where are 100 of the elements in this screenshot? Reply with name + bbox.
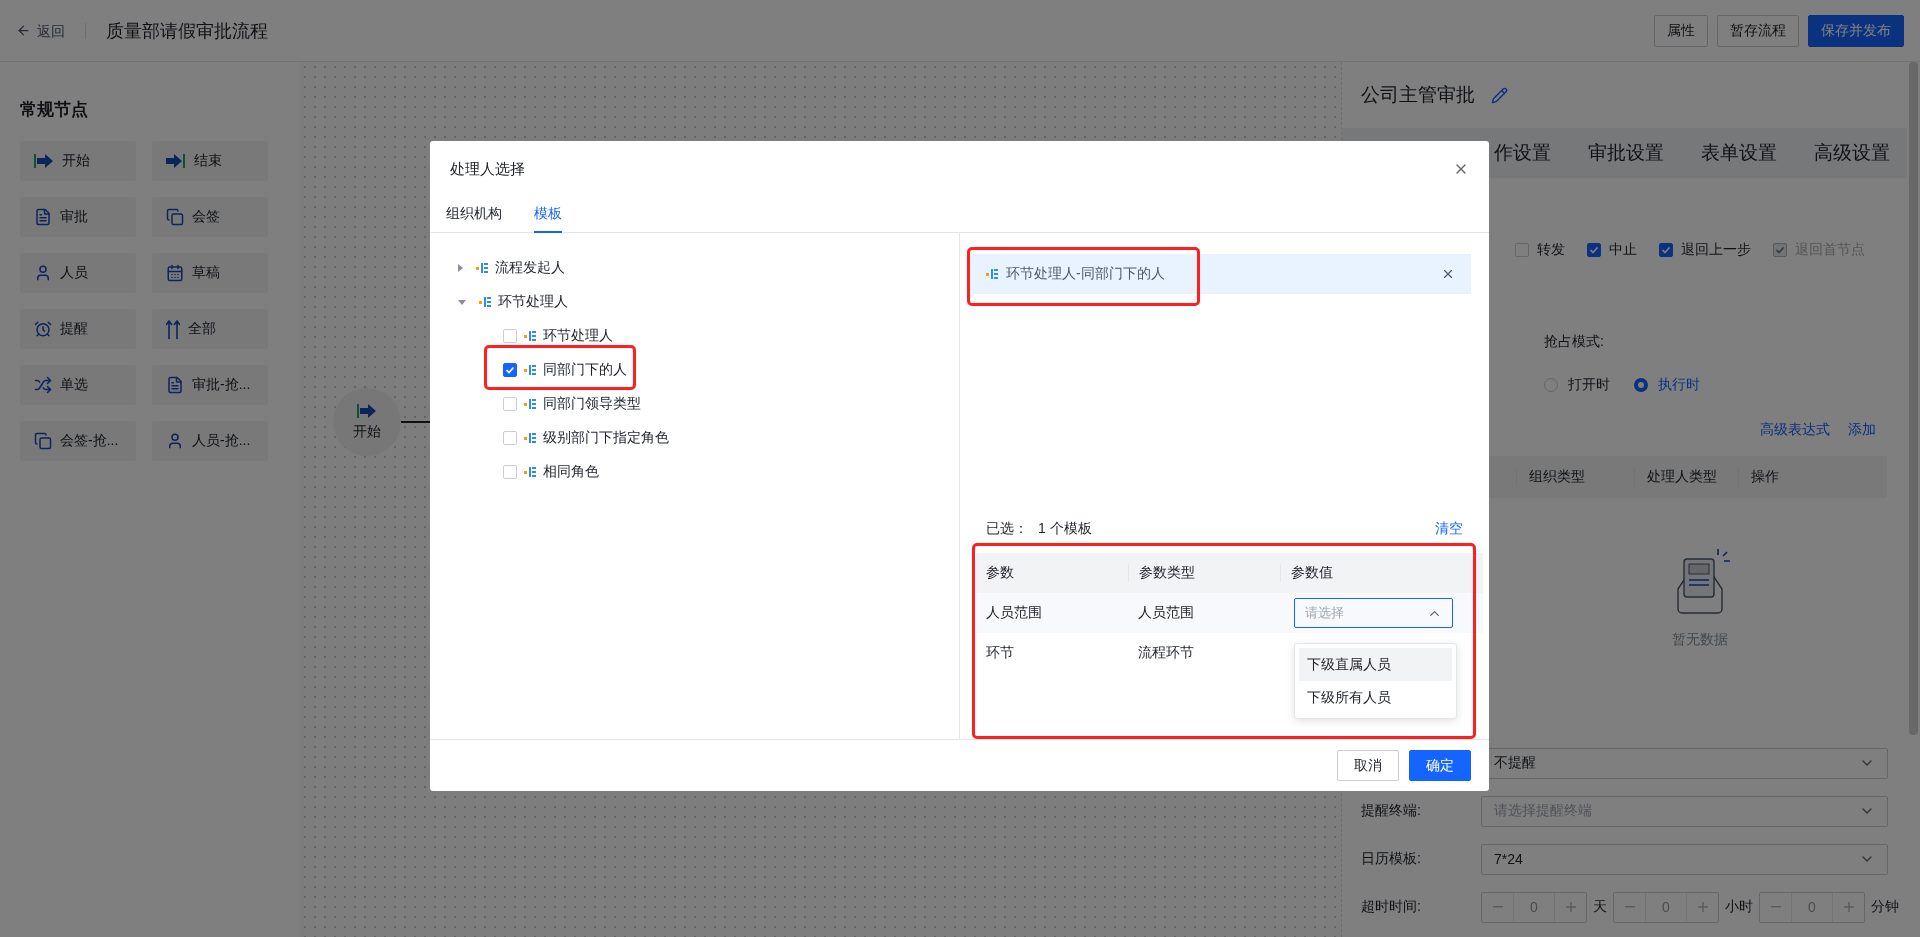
- tab[interactable]: 模板: [534, 197, 562, 233]
- tree-item[interactable]: 流程发起人: [495, 259, 565, 277]
- option-label: 转发: [1537, 241, 1565, 259]
- org-chart-icon: [479, 296, 491, 308]
- minus-icon[interactable]: [1624, 906, 1635, 908]
- shuffle-icon: [34, 376, 52, 394]
- minus-icon[interactable]: [1492, 906, 1503, 908]
- checkmark-icon: [1661, 245, 1671, 255]
- tab[interactable]: 表单设置: [1701, 140, 1777, 166]
- flow-node[interactable]: 开始: [333, 388, 401, 456]
- checkbox[interactable]: [1659, 243, 1673, 257]
- toolbar-button[interactable]: 属性: [1654, 14, 1708, 47]
- field-label: 提醒终端:: [1361, 802, 1421, 818]
- column-header: 参数值: [1280, 564, 1483, 582]
- node-button[interactable]: 人员-抢...: [152, 421, 268, 461]
- minus-icon[interactable]: [1770, 906, 1781, 908]
- toolbar-button[interactable]: 暂存流程: [1717, 14, 1799, 47]
- node-button[interactable]: 草稿: [152, 253, 268, 293]
- calendar-icon: [166, 264, 184, 282]
- plus-icon[interactable]: [1697, 902, 1708, 912]
- arrows-icon: [166, 319, 180, 339]
- tree-item[interactable]: 相同角色: [543, 463, 599, 481]
- plus-icon[interactable]: [1843, 902, 1854, 912]
- alarm-clock-icon: [34, 320, 52, 338]
- selected-count: 1 个模板: [1038, 520, 1093, 538]
- tree-item[interactable]: 环节处理人: [498, 293, 568, 311]
- node-button[interactable]: 单选: [20, 365, 136, 405]
- field-label: 超时时间:: [1361, 898, 1421, 914]
- plus-icon[interactable]: [1565, 902, 1576, 912]
- cancel-button[interactable]: 取消: [1337, 750, 1399, 781]
- option-label: 退回上一步: [1681, 241, 1751, 259]
- node-button[interactable]: 审批-抢...: [152, 365, 268, 405]
- column-header: 处理人类型: [1634, 468, 1738, 486]
- page-title: 质量部请假审批流程: [106, 19, 268, 43]
- node-button[interactable]: 人员: [20, 253, 136, 293]
- confirm-button[interactable]: 确定: [1409, 750, 1471, 781]
- clear-link[interactable]: 清空: [1435, 520, 1463, 538]
- node-button[interactable]: 会签-抢...: [20, 421, 136, 461]
- menu-item[interactable]: 下级直属人员: [1299, 648, 1452, 681]
- org-chart-icon: [524, 364, 536, 376]
- column-header: 参数类型: [1128, 564, 1280, 582]
- close-icon[interactable]: [1441, 267, 1455, 281]
- tree-item[interactable]: 级别部门下指定角色: [543, 429, 669, 447]
- person-icon: [166, 432, 184, 450]
- checkbox[interactable]: [503, 363, 517, 377]
- back-link[interactable]: 返回: [16, 22, 86, 39]
- field-label: 日历模板:: [1361, 850, 1421, 866]
- column-header: 操作: [1738, 468, 1843, 486]
- expand-caret[interactable]: [458, 299, 466, 305]
- org-chart-icon: [524, 398, 536, 410]
- action-link[interactable]: 添加: [1848, 421, 1876, 439]
- action-link[interactable]: 高级表达式: [1760, 421, 1830, 439]
- table-cell-text: 流程环节: [1137, 644, 1195, 662]
- document-icon: [166, 376, 184, 394]
- select-field[interactable]: 7*24: [1481, 843, 1888, 875]
- checkmark-icon: [1589, 245, 1599, 255]
- org-chart-icon: [524, 466, 536, 478]
- person-icon: [34, 264, 52, 282]
- arrow-icon: [166, 153, 186, 169]
- unit-label: 分钟: [1870, 898, 1900, 916]
- radio-label: 打开时: [1568, 376, 1610, 394]
- tree-item[interactable]: 环节处理人: [543, 327, 613, 345]
- publish-button[interactable]: 保存并发布: [1808, 14, 1904, 47]
- table-cell-text: 人员范围: [985, 604, 1043, 622]
- tree-item[interactable]: 同部门下的人: [543, 361, 627, 379]
- arrow-icon: [34, 153, 54, 169]
- tree-item[interactable]: 同部门领导类型: [543, 395, 641, 413]
- node-title: 公司主管审批: [1361, 83, 1475, 107]
- expand-caret[interactable]: [458, 264, 463, 272]
- empty-text: 暂无数据: [1671, 631, 1728, 649]
- select-field[interactable]: 请选择: [1294, 598, 1453, 628]
- table-cell-text: 人员范围: [1137, 604, 1195, 622]
- org-chart-icon: [986, 268, 998, 280]
- selected-label: 环节处理人-同部门下的人: [1006, 265, 1166, 283]
- option-label: 中止: [1609, 241, 1637, 259]
- column-header: 组织类型: [1516, 468, 1634, 486]
- tab[interactable]: 高级设置: [1814, 140, 1890, 166]
- arrow-icon: [357, 403, 377, 419]
- tab[interactable]: 作设置: [1494, 140, 1551, 166]
- selected-label: 已选：: [986, 520, 1028, 538]
- stacked-documents-icon: [34, 432, 52, 450]
- node-button[interactable]: 结束: [152, 141, 268, 181]
- org-chart-icon: [524, 432, 536, 444]
- radio-button[interactable]: [1634, 378, 1648, 392]
- org-chart-icon: [476, 262, 488, 274]
- table-cell-text: 环节: [985, 644, 1015, 662]
- node-button[interactable]: 开始: [20, 141, 136, 181]
- node-button[interactable]: 全部: [152, 309, 268, 349]
- checkmark-icon: [1775, 245, 1785, 255]
- radio-label: 执行时: [1658, 376, 1700, 394]
- edit-icon[interactable]: [1491, 86, 1508, 104]
- tab[interactable]: 审批设置: [1588, 140, 1664, 166]
- tab[interactable]: 组织机构: [446, 197, 502, 233]
- node-button[interactable]: 会签: [152, 197, 268, 237]
- checkmark-icon: [505, 365, 515, 375]
- field-label: 抢占模式:: [1544, 333, 1604, 351]
- node-button[interactable]: 审批: [20, 197, 136, 237]
- node-button[interactable]: 提醒: [20, 309, 136, 349]
- unit-label: 小时: [1724, 898, 1754, 916]
- checkbox[interactable]: [1587, 243, 1601, 257]
